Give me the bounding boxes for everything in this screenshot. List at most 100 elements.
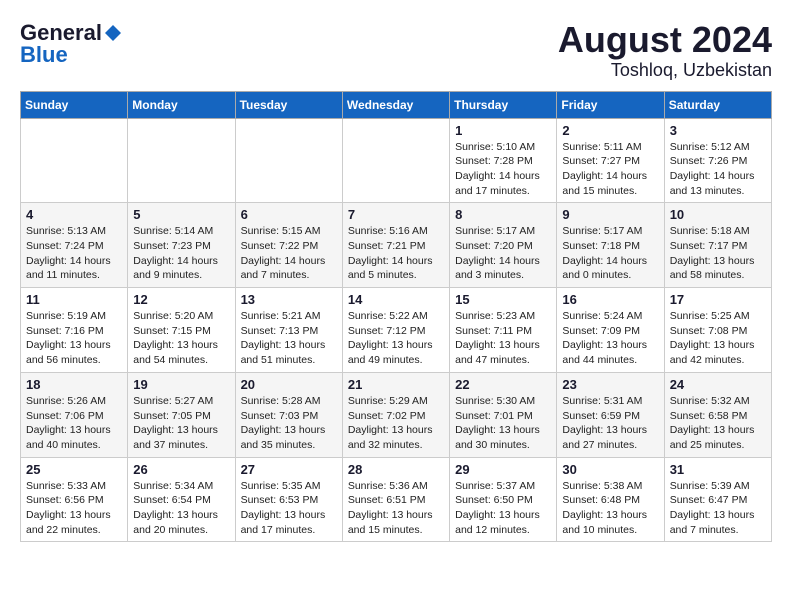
day-number: 20: [241, 377, 337, 392]
weekday-header-friday: Friday: [557, 91, 664, 118]
day-number: 31: [670, 462, 766, 477]
day-number: 14: [348, 292, 444, 307]
logo-icon: [104, 24, 122, 42]
calendar-cell: 8 Sunrise: 5:17 AM Sunset: 7:20 PM Daylig…: [450, 203, 557, 288]
day-info: Sunrise: 5:10 AM Sunset: 7:28 PM Dayligh…: [455, 140, 551, 199]
calendar-cell: 3 Sunrise: 5:12 AM Sunset: 7:26 PM Daylig…: [664, 118, 771, 203]
calendar-cell: 16 Sunrise: 5:24 AM Sunset: 7:09 PM Dayli…: [557, 288, 664, 373]
weekday-header-monday: Monday: [128, 91, 235, 118]
day-info: Sunrise: 5:17 AM Sunset: 7:18 PM Dayligh…: [562, 224, 658, 283]
weekday-header-tuesday: Tuesday: [235, 91, 342, 118]
calendar-cell: [128, 118, 235, 203]
day-number: 1: [455, 123, 551, 138]
calendar-cell: 31 Sunrise: 5:39 AM Sunset: 6:47 PM Dayli…: [664, 457, 771, 542]
day-number: 23: [562, 377, 658, 392]
day-info: Sunrise: 5:20 AM Sunset: 7:15 PM Dayligh…: [133, 309, 229, 368]
calendar-cell: 2 Sunrise: 5:11 AM Sunset: 7:27 PM Daylig…: [557, 118, 664, 203]
day-number: 13: [241, 292, 337, 307]
calendar-cell: 21 Sunrise: 5:29 AM Sunset: 7:02 PM Dayli…: [342, 372, 449, 457]
calendar-cell: 6Sunrise: 5:15 AM Sunset: 7:22 PM Daylig…: [235, 203, 342, 288]
day-info: Sunrise: 5:31 AM Sunset: 6:59 PM Dayligh…: [562, 394, 658, 453]
day-info: Sunrise: 5:23 AM Sunset: 7:11 PM Dayligh…: [455, 309, 551, 368]
calendar-cell: 13 Sunrise: 5:21 AM Sunset: 7:13 PM Dayli…: [235, 288, 342, 373]
day-info: Sunrise: 5:39 AM Sunset: 6:47 PM Dayligh…: [670, 479, 766, 538]
calendar-cell: 24 Sunrise: 5:32 AM Sunset: 6:58 PM Dayli…: [664, 372, 771, 457]
calendar-table: SundayMondayTuesdayWednesdayThursdayFrid…: [20, 91, 772, 543]
calendar-cell: 26 Sunrise: 5:34 AM Sunset: 6:54 PM Dayli…: [128, 457, 235, 542]
month-year: August 2024: [558, 20, 772, 60]
day-number: 29: [455, 462, 551, 477]
day-number: 26: [133, 462, 229, 477]
calendar-week-row: 18Sunrise: 5:26 AM Sunset: 7:06 PM Dayli…: [21, 372, 772, 457]
calendar-cell: 17 Sunrise: 5:25 AM Sunset: 7:08 PM Dayli…: [664, 288, 771, 373]
calendar-week-row: 25Sunrise: 5:33 AM Sunset: 6:56 PM Dayli…: [21, 457, 772, 542]
day-number: 19: [133, 377, 229, 392]
calendar-cell: [21, 118, 128, 203]
day-number: 21: [348, 377, 444, 392]
day-number: 18: [26, 377, 122, 392]
calendar-cell: 23 Sunrise: 5:31 AM Sunset: 6:59 PM Dayli…: [557, 372, 664, 457]
logo-blue: Blue: [20, 42, 68, 68]
calendar-week-row: 1 Sunrise: 5:10 AM Sunset: 7:28 PM Daylig…: [21, 118, 772, 203]
day-info: Sunrise: 5:24 AM Sunset: 7:09 PM Dayligh…: [562, 309, 658, 368]
page-header: General Blue August 2024 Toshloq, Uzbeki…: [20, 20, 772, 81]
calendar-cell: 29Sunrise: 5:37 AM Sunset: 6:50 PM Dayli…: [450, 457, 557, 542]
day-info: Sunrise: 5:28 AM Sunset: 7:03 PM Dayligh…: [241, 394, 337, 453]
day-number: 8: [455, 207, 551, 222]
day-number: 11: [26, 292, 122, 307]
calendar-cell: 18Sunrise: 5:26 AM Sunset: 7:06 PM Dayli…: [21, 372, 128, 457]
day-info: Sunrise: 5:21 AM Sunset: 7:13 PM Dayligh…: [241, 309, 337, 368]
day-number: 7: [348, 207, 444, 222]
calendar-cell: 27 Sunrise: 5:35 AM Sunset: 6:53 PM Dayli…: [235, 457, 342, 542]
day-info: Sunrise: 5:32 AM Sunset: 6:58 PM Dayligh…: [670, 394, 766, 453]
calendar-week-row: 11 Sunrise: 5:19 AM Sunset: 7:16 PM Dayli…: [21, 288, 772, 373]
calendar-week-row: 4Sunrise: 5:13 AM Sunset: 7:24 PM Daylig…: [21, 203, 772, 288]
day-number: 12: [133, 292, 229, 307]
calendar-cell: 11 Sunrise: 5:19 AM Sunset: 7:16 PM Dayli…: [21, 288, 128, 373]
day-info: Sunrise: 5:13 AM Sunset: 7:24 PM Dayligh…: [26, 224, 122, 283]
day-number: 27: [241, 462, 337, 477]
day-number: 24: [670, 377, 766, 392]
calendar-cell: 22Sunrise: 5:30 AM Sunset: 7:01 PM Dayli…: [450, 372, 557, 457]
day-info: Sunrise: 5:12 AM Sunset: 7:26 PM Dayligh…: [670, 140, 766, 199]
location: Toshloq, Uzbekistan: [558, 60, 772, 81]
day-info: Sunrise: 5:35 AM Sunset: 6:53 PM Dayligh…: [241, 479, 337, 538]
day-info: Sunrise: 5:16 AM Sunset: 7:21 PM Dayligh…: [348, 224, 444, 283]
calendar-cell: 7 Sunrise: 5:16 AM Sunset: 7:21 PM Daylig…: [342, 203, 449, 288]
calendar-cell: 30 Sunrise: 5:38 AM Sunset: 6:48 PM Dayli…: [557, 457, 664, 542]
calendar-cell: 1 Sunrise: 5:10 AM Sunset: 7:28 PM Daylig…: [450, 118, 557, 203]
weekday-header-thursday: Thursday: [450, 91, 557, 118]
day-info: Sunrise: 5:34 AM Sunset: 6:54 PM Dayligh…: [133, 479, 229, 538]
weekday-header-sunday: Sunday: [21, 91, 128, 118]
day-info: Sunrise: 5:19 AM Sunset: 7:16 PM Dayligh…: [26, 309, 122, 368]
day-info: Sunrise: 5:36 AM Sunset: 6:51 PM Dayligh…: [348, 479, 444, 538]
day-number: 17: [670, 292, 766, 307]
calendar-cell: 14Sunrise: 5:22 AM Sunset: 7:12 PM Dayli…: [342, 288, 449, 373]
day-info: Sunrise: 5:25 AM Sunset: 7:08 PM Dayligh…: [670, 309, 766, 368]
day-info: Sunrise: 5:30 AM Sunset: 7:01 PM Dayligh…: [455, 394, 551, 453]
calendar-cell: 19 Sunrise: 5:27 AM Sunset: 7:05 PM Dayli…: [128, 372, 235, 457]
logo: General Blue: [20, 20, 122, 68]
weekday-header-row: SundayMondayTuesdayWednesdayThursdayFrid…: [21, 91, 772, 118]
day-info: Sunrise: 5:18 AM Sunset: 7:17 PM Dayligh…: [670, 224, 766, 283]
day-number: 3: [670, 123, 766, 138]
calendar-cell: 20 Sunrise: 5:28 AM Sunset: 7:03 PM Dayli…: [235, 372, 342, 457]
day-number: 9: [562, 207, 658, 222]
day-info: Sunrise: 5:11 AM Sunset: 7:27 PM Dayligh…: [562, 140, 658, 199]
day-info: Sunrise: 5:27 AM Sunset: 7:05 PM Dayligh…: [133, 394, 229, 453]
day-number: 30: [562, 462, 658, 477]
weekday-header-wednesday: Wednesday: [342, 91, 449, 118]
day-number: 16: [562, 292, 658, 307]
day-number: 10: [670, 207, 766, 222]
day-info: Sunrise: 5:33 AM Sunset: 6:56 PM Dayligh…: [26, 479, 122, 538]
day-info: Sunrise: 5:38 AM Sunset: 6:48 PM Dayligh…: [562, 479, 658, 538]
day-number: 28: [348, 462, 444, 477]
day-number: 6: [241, 207, 337, 222]
calendar-cell: 4Sunrise: 5:13 AM Sunset: 7:24 PM Daylig…: [21, 203, 128, 288]
day-number: 5: [133, 207, 229, 222]
calendar-cell: 10 Sunrise: 5:18 AM Sunset: 7:17 PM Dayli…: [664, 203, 771, 288]
day-info: Sunrise: 5:29 AM Sunset: 7:02 PM Dayligh…: [348, 394, 444, 453]
day-info: Sunrise: 5:17 AM Sunset: 7:20 PM Dayligh…: [455, 224, 551, 283]
day-number: 2: [562, 123, 658, 138]
title-block: August 2024 Toshloq, Uzbekistan: [558, 20, 772, 81]
